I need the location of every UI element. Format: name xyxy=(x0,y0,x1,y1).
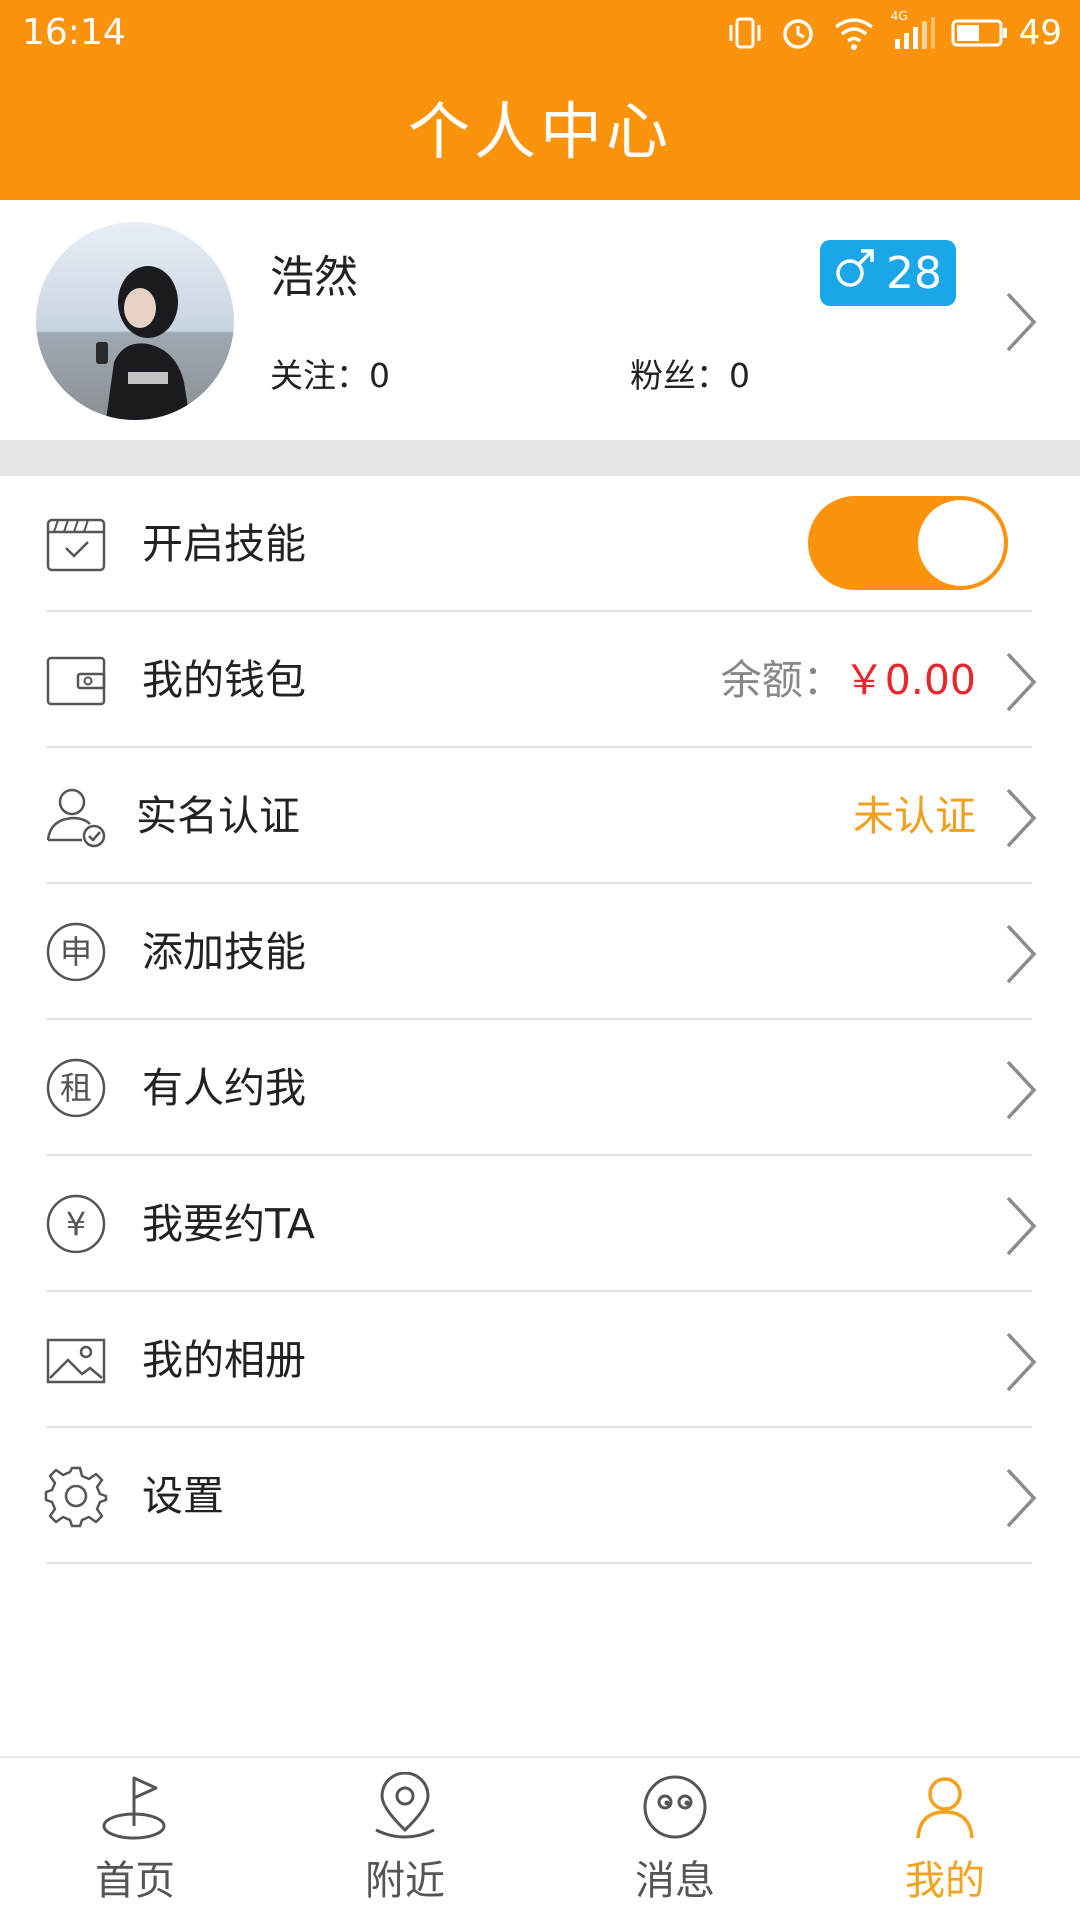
tab-label: 附近 xyxy=(365,1858,445,1904)
follow-count: 0 xyxy=(369,356,390,395)
location-pin-icon xyxy=(370,1771,440,1842)
chevron-right-icon xyxy=(1004,290,1038,358)
fans-count: 0 xyxy=(729,356,750,395)
menu-label: 我的钱包 xyxy=(142,656,306,704)
menu-item-settings[interactable]: 设置 xyxy=(0,1428,1080,1564)
image-icon xyxy=(44,1328,108,1392)
apply-icon-glyph: 申 xyxy=(60,933,92,971)
profile-screen: 16:14 4G 49 个人中心 浩然 28 关注：0 粉丝：0 开启技能 我的… xyxy=(0,0,1080,1920)
user-verified-icon xyxy=(44,784,108,848)
header-bar: 16:14 4G 49 个人中心 xyxy=(0,0,1080,200)
skill-toggle[interactable] xyxy=(808,496,1008,590)
tab-me[interactable]: 我的 xyxy=(810,1758,1080,1920)
chevron-right-icon xyxy=(1004,1194,1038,1262)
chevron-right-icon xyxy=(1004,650,1038,718)
toggle-knob xyxy=(918,500,1004,586)
battery-icon xyxy=(951,17,1009,49)
tab-label: 我的 xyxy=(905,1858,985,1904)
tab-messages[interactable]: 消息 xyxy=(540,1758,810,1920)
menu-label: 我的相册 xyxy=(142,1336,306,1384)
gear-icon xyxy=(44,1464,108,1528)
menu-label: 我要约TA xyxy=(142,1200,315,1248)
yen-icon-glyph: ¥ xyxy=(66,1205,86,1243)
face-icon xyxy=(640,1772,710,1842)
vibrate-icon xyxy=(727,15,763,51)
person-icon xyxy=(910,1772,980,1842)
fans-label: 粉丝： xyxy=(630,356,729,395)
section-divider xyxy=(0,440,1080,476)
follow-label: 关注： xyxy=(270,356,369,395)
apply-icon: 申 xyxy=(44,920,108,984)
verification-status: 未认证 xyxy=(853,792,976,840)
row-separator xyxy=(46,1562,1032,1564)
menu-label: 添加技能 xyxy=(142,928,306,976)
menu-item-add-skill[interactable]: 申 添加技能 xyxy=(0,884,1080,1020)
status-time: 16:14 xyxy=(22,12,126,53)
page-title: 个人中心 xyxy=(407,95,672,168)
tab-label: 首页 xyxy=(95,1858,175,1904)
menu-label: 设置 xyxy=(142,1472,224,1520)
menu-label: 有人约我 xyxy=(142,1064,306,1112)
status-icons: 4G 49 xyxy=(727,9,1062,56)
menu-item-verification[interactable]: 实名认证 未认证 xyxy=(0,748,1080,884)
gender-age-badge: 28 xyxy=(820,240,956,306)
chevron-right-icon xyxy=(1004,922,1038,990)
menu-label: 实名认证 xyxy=(136,792,300,840)
chevron-right-icon xyxy=(1004,1330,1038,1398)
chevron-right-icon xyxy=(1004,786,1038,854)
menu-label: 开启技能 xyxy=(142,520,306,568)
balance-label: 余额： xyxy=(720,656,844,704)
tab-home[interactable]: 首页 xyxy=(0,1758,270,1920)
chevron-right-icon xyxy=(1004,1466,1038,1534)
menu-item-booked-me[interactable]: 租 有人约我 xyxy=(0,1020,1080,1156)
menu-item-book-ta[interactable]: ¥ 我要约TA xyxy=(0,1156,1080,1292)
profile-card[interactable]: 浩然 28 关注：0 粉丝：0 xyxy=(0,200,1080,440)
network-type: 4G xyxy=(890,9,908,23)
alarm-icon xyxy=(779,14,817,52)
balance-value: ￥0.00 xyxy=(843,656,976,704)
bottom-tab-bar: 首页 附近 消息 我的 xyxy=(0,1756,1080,1920)
status-bar: 16:14 4G 49 xyxy=(0,0,1080,66)
fans-stat[interactable]: 粉丝：0 xyxy=(630,356,750,396)
tab-nearby[interactable]: 附近 xyxy=(270,1758,540,1920)
menu-item-wallet[interactable]: 我的钱包 余额：￥0.00 xyxy=(0,612,1080,748)
menu-list: 开启技能 我的钱包 余额：￥0.00 实名认证 未认证 申 添加技能 租 有人约… xyxy=(0,476,1080,1564)
wifi-icon xyxy=(833,15,875,51)
yen-icon: ¥ xyxy=(44,1192,108,1256)
rent-icon: 租 xyxy=(44,1056,108,1120)
wallet-icon xyxy=(44,648,108,712)
cell-signal-icon: 4G xyxy=(891,9,935,51)
golf-flag-icon xyxy=(100,1772,170,1842)
menu-item-album[interactable]: 我的相册 xyxy=(0,1292,1080,1428)
follow-stat[interactable]: 关注：0 xyxy=(270,356,390,396)
avatar[interactable] xyxy=(36,222,234,420)
male-icon xyxy=(834,247,876,300)
age: 28 xyxy=(886,247,942,299)
wallet-balance: 余额：￥0.00 xyxy=(721,654,976,706)
tab-label: 消息 xyxy=(635,1858,715,1904)
battery-level: 49 xyxy=(1018,13,1062,53)
calendar-check-icon xyxy=(44,512,108,576)
rent-icon-glyph: 租 xyxy=(60,1069,92,1107)
menu-item-enable-skill: 开启技能 xyxy=(0,476,1080,612)
chevron-right-icon xyxy=(1004,1058,1038,1126)
username: 浩然 xyxy=(270,252,358,303)
